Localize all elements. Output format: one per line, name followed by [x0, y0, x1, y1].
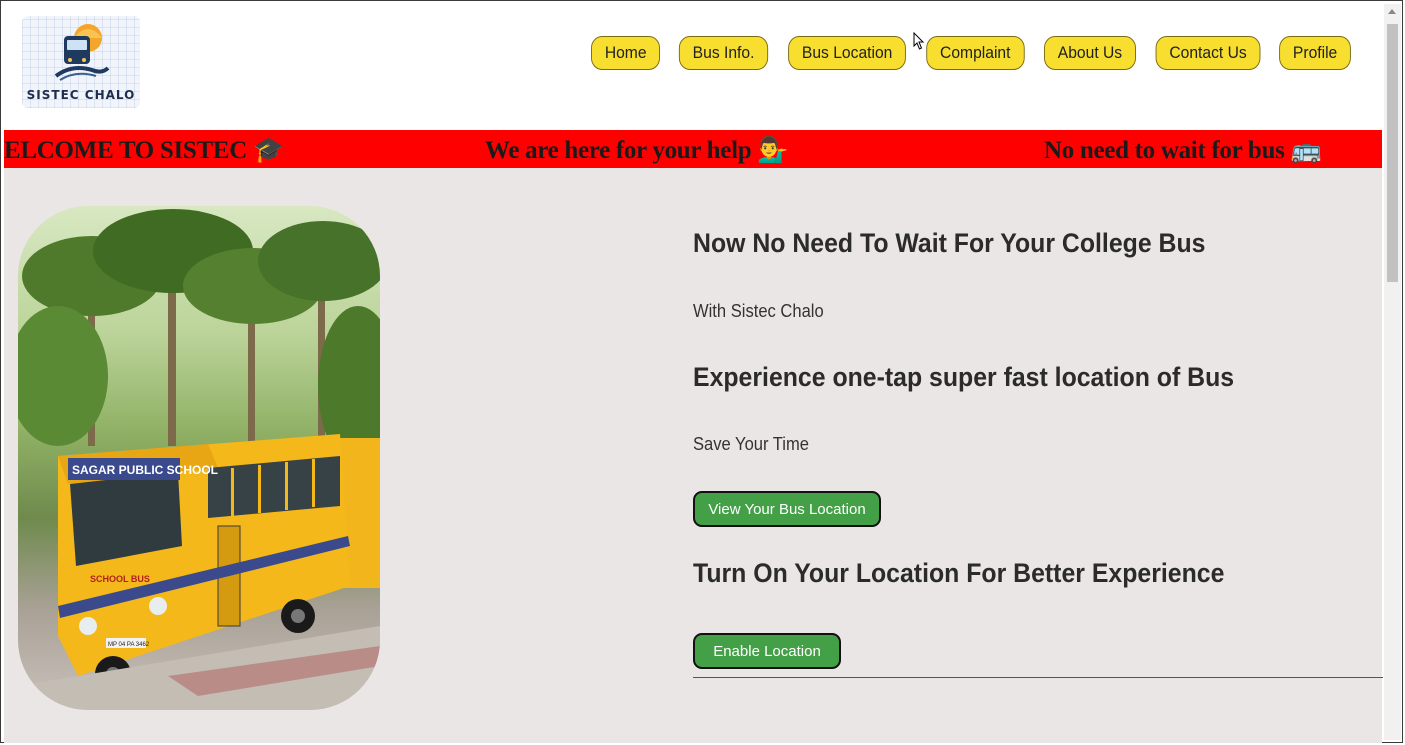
enable-location-button[interactable]: Enable Location [693, 633, 841, 669]
bus-icon: 🚌 [1290, 137, 1322, 164]
nav-profile-button[interactable]: Profile [1278, 36, 1351, 70]
nav-contact-us-button[interactable]: Contact Us [1155, 36, 1261, 70]
site-header: SISTEC CHALO Home Bus Info. Bus Location… [4, 4, 1382, 130]
nav-bus-location-button[interactable]: Bus Location [788, 36, 907, 70]
bus-photo-illustration: SAGAR PUBLIC SCHOOL SCHOOL BUS MP 04 PA … [18, 209, 380, 710]
sistec-chalo-logo[interactable]: SISTEC CHALO [22, 16, 140, 108]
vertical-scrollbar[interactable] [1384, 4, 1401, 740]
main-nav: Home Bus Info. Bus Location Complaint Ab… [588, 36, 1354, 70]
marquee-item: No need to wait for bus 🚌 [1044, 136, 1322, 165]
bus-logo-icon [54, 24, 110, 81]
main-content: SAGAR PUBLIC SCHOOL SCHOOL BUS MP 04 PA … [4, 168, 1383, 743]
marquee-text: We are here for your help [485, 137, 752, 164]
logo-text: SISTEC CHALO [26, 88, 136, 102]
marquee-item: ELCOME TO SISTEC 🎓 [4, 136, 284, 165]
graduation-cap-icon: 🎓 [252, 137, 284, 164]
school-bus-photo: SAGAR PUBLIC SCHOOL SCHOOL BUS MP 04 PA … [18, 206, 380, 710]
bus-sign-text: SAGAR PUBLIC SCHOOL [72, 463, 218, 477]
hero-heading: Now No Need To Wait For Your College Bus [693, 228, 1206, 258]
nav-about-us-button[interactable]: About Us [1043, 36, 1136, 70]
feature-heading: Experience one-tap super fast location o… [693, 362, 1235, 392]
divider [693, 677, 1383, 678]
hero-subtext: With Sistec Chalo [693, 301, 824, 321]
marquee-text: ELCOME TO SISTEC [4, 137, 247, 164]
location-heading: Turn On Your Location For Better Experie… [693, 558, 1225, 588]
marquee-text: No need to wait for bus [1044, 137, 1285, 164]
bus-plate-text: MP 04 PA 3462 [108, 642, 150, 648]
nav-complaint-button[interactable]: Complaint [926, 36, 1025, 70]
view-bus-location-button[interactable]: View Your Bus Location [693, 491, 881, 527]
bus-side-text: SCHOOL BUS [90, 574, 150, 584]
mouse-cursor-icon [913, 32, 925, 50]
person-tipping-hand-icon: 💁‍♂️ [757, 137, 789, 164]
nav-home-button[interactable]: Home [591, 36, 661, 70]
marquee-item: We are here for your help 💁‍♂️ [485, 136, 788, 165]
feature-subtext: Save Your Time [693, 434, 810, 454]
scroll-up-arrow-icon[interactable] [1388, 9, 1396, 14]
nav-bus-info-button[interactable]: Bus Info. [678, 36, 769, 70]
welcome-marquee: ELCOME TO SISTEC 🎓 We are here for your … [4, 130, 1382, 169]
scrollbar-thumb[interactable] [1387, 24, 1398, 282]
